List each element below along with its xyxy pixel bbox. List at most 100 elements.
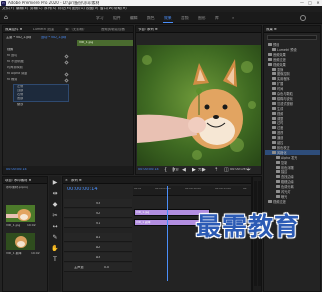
tab-audio-clip-mixer[interactable]: 音频剪辑混合器 [101,28,125,31]
menu-graphics[interactable]: 图形(G) [72,7,85,11]
effects-tree-item[interactable]: 模糊与锐化 [272,96,293,101]
effects-tree-item[interactable]: 变换 [272,67,283,72]
timeline-timecode[interactable]: 00:00:00:14 [67,187,98,192]
effects-tree-item[interactable]: 复制 [276,160,287,165]
tab-lumetri-scopes[interactable]: Lumetri 范围 [33,28,54,31]
effect-clip-label[interactable]: 运动 * VID_1.jpg [41,36,66,39]
effects-tree-item[interactable]: 查找边缘 [276,175,294,179]
project-thumbnail[interactable] [6,205,35,222]
effects-tree-item[interactable]: 颜色校正 [272,145,290,150]
keyframe-toggle-icon[interactable] [64,78,69,83]
time-ruler[interactable]: 00:00 00:00:05:00 00:00:10:00 00:00:15:0… [133,186,251,196]
workspace-effects[interactable]: 效果 [164,16,172,20]
effect-mini-timeline-clip[interactable]: VID_1.jpg [77,40,133,46]
effect-opacity[interactable]: fx 不透明度 [7,60,24,63]
effects-tree-item[interactable]: 色调分离 [276,185,294,189]
workspace-more[interactable]: » [232,16,234,20]
keyframe-toggle-icon[interactable] [64,54,69,59]
menu-edit[interactable]: 编辑(E) [16,7,28,11]
effects-tree-item[interactable]: 预设 [268,43,279,47]
effects-tree-item[interactable]: 生成 [272,106,283,111]
effects-tree-item[interactable]: 过渡 [272,126,283,130]
effect-timecode[interactable]: 00:00:00:14 [6,168,27,171]
track-select-tool-icon[interactable]: ⇹ [51,190,59,198]
keyframe-toggle-icon[interactable] [64,72,69,77]
effects-tree-item[interactable]: 视频过渡 [268,199,286,204]
effects-tree-item[interactable]: 描边 [276,170,287,174]
menu-marker[interactable]: 标记(M) [58,7,71,11]
effects-tree-item[interactable]: 粗糙边缘 [276,180,294,184]
menu-file[interactable]: 文件(F) [2,7,14,11]
tab-effects[interactable]: 效果 ≡ [266,28,277,31]
export-frame-icon[interactable]: ◫ [224,167,229,173]
slip-tool-icon[interactable]: ↔ [51,223,59,231]
track-header-a1[interactable]: A1 [64,233,132,242]
workspace-audio[interactable]: 音频 [181,16,189,20]
effects-tree-item[interactable]: 风格化 [272,150,287,155]
tab-source[interactable]: 源:（无剪辑） [65,28,87,31]
effects-tree-item[interactable]: 时间 [272,87,283,91]
master-volume-value[interactable]: 0.0 [104,266,109,269]
menu-window[interactable]: 窗口(W) [100,7,114,11]
effects-tree-item[interactable]: 通道 [272,136,283,140]
workspace-color[interactable]: 颜色 [147,16,155,20]
menu-sequence[interactable]: 序列(S) [44,7,56,11]
effects-tree-item[interactable]: 彩色浮雕 [276,165,294,170]
tab-effect-controls[interactable]: 效果控件 ≡ [5,28,22,31]
track-header-master[interactable]: 主声道 0.0 [64,263,132,272]
track-header-v1[interactable]: V1 [64,219,132,228]
keyframe-toggle-icon[interactable] [64,60,69,65]
workspace-assembly[interactable]: 组件 [113,16,121,20]
effects-tree-item[interactable]: 杂色与颗粒 [272,92,293,96]
effect-motion[interactable]: fx 运动 [7,54,17,57]
effects-tree-item[interactable]: 实用程序 [272,77,290,81]
step-back-icon[interactable]: ◀ [182,167,186,173]
effects-tree-item[interactable]: 曝光 [276,194,287,199]
effects-tree-item[interactable]: 闪光灯 [276,190,291,194]
workspace-graphics[interactable]: 图形 [198,16,206,20]
playhead[interactable] [167,186,168,281]
timeline-close-icon[interactable]: × [65,179,68,182]
effects-tree-item[interactable]: 图像控制 [272,72,290,76]
menu-help[interactable]: 帮助(H) [114,7,127,11]
effects-tree-item[interactable]: 键控 [272,141,283,145]
effects-tree-item[interactable]: 过时 [272,121,283,125]
mark-in-icon[interactable]: { [164,167,167,173]
mark-out-icon[interactable]: } [172,167,175,173]
program-video-frame[interactable] [137,45,261,166]
search-icon[interactable] [300,15,306,21]
effects-tree-item[interactable]: 调整 [272,116,283,121]
effects-tree-item[interactable]: 视频 [272,111,283,116]
ripple-edit-tool-icon[interactable]: ◆ [51,201,59,209]
track-header-v2[interactable]: V2 [64,209,132,218]
selection-tool-icon[interactable]: ▶ [51,179,59,187]
workspace-editing[interactable]: 编辑 [130,16,138,20]
tab-project[interactable]: 项目: 水印素材 ≡ [5,179,31,182]
track-header-a2[interactable]: A2 [64,243,132,252]
pen-tool-icon[interactable]: ✎ [51,234,59,242]
effect-alpha-adjust[interactable]: fx Alpha 调整 [7,72,27,75]
track-header-a3[interactable]: A3 [64,253,132,262]
effect-time-remap[interactable]: 时间重映射 [7,66,23,69]
menu-view[interactable]: 视图(V) [86,7,98,11]
effects-tree-item[interactable]: 视频效果 [268,62,286,67]
workspace-libraries[interactable]: 库 [215,16,219,20]
effects-tree-item[interactable]: Alpha 发光 [276,155,297,160]
effects-tree-item[interactable]: 沉浸式视频 [272,101,293,106]
project-thumbnail[interactable] [6,233,35,250]
track-header-v3[interactable]: V3 [64,199,132,208]
home-icon[interactable]: ⌂ [4,15,10,21]
menu-clip[interactable]: 剪辑(C) [30,7,43,11]
tab-program[interactable]: 节目: 序列 ≡ [138,28,158,31]
hand-tool-icon[interactable]: ✋ [51,245,59,253]
add-button-icon[interactable]: + [246,167,250,173]
effects-tree-item[interactable]: 音频效果 [268,52,286,57]
effects-tree-item[interactable]: 音频过渡 [268,57,286,62]
effects-tree-item[interactable]: Lumetri 预设 [272,47,297,52]
lift-icon[interactable]: ⇡ [214,167,218,173]
effects-search-input[interactable] [267,35,317,40]
effects-tree-item[interactable]: 扩展 [272,82,283,86]
effect-crop[interactable]: fx 裁剪 [7,78,17,81]
step-forward-icon[interactable]: ▶ [202,167,206,173]
type-tool-icon[interactable]: T [51,256,59,264]
